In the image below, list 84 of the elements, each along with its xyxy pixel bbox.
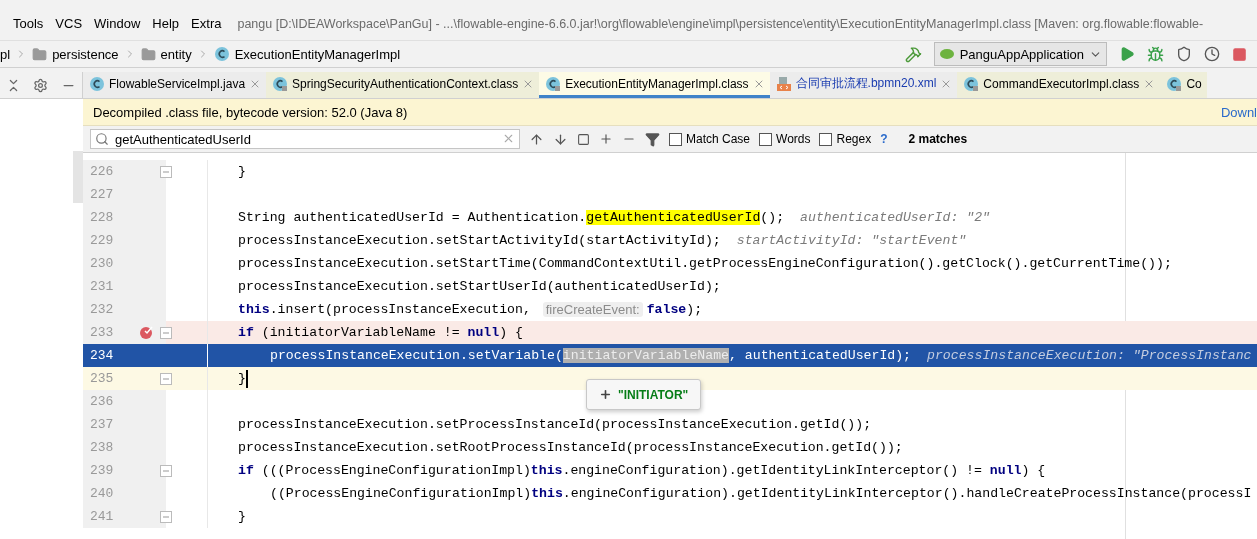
fold-icon[interactable] — [160, 327, 172, 339]
breadcrumb-item[interactable]: entity — [160, 46, 192, 62]
editor-tab[interactable]: FlowableServiceImpl.java — [83, 72, 267, 98]
menu-item[interactable]: Extra — [191, 16, 222, 31]
code-line: 230 processInstanceExecution.setStartTime(CommandContextUtil.getProcessEngineConfiguration().getClock().getCurrentTime()); — [83, 252, 1257, 275]
settings-icon[interactable] — [33, 77, 49, 93]
fold-icon[interactable] — [160, 465, 172, 477]
hammer-icon[interactable] — [904, 45, 922, 63]
editor-tab[interactable]: CommandExecutorImpl.class — [957, 72, 1161, 98]
search-option-checkbox[interactable]: Match Case — [669, 132, 751, 146]
line-number: 237 — [90, 417, 114, 432]
fold-icon[interactable] — [160, 511, 172, 523]
clear-icon[interactable] — [502, 132, 515, 145]
breadcrumb-item[interactable]: persistence — [52, 46, 119, 62]
code-line: 231 processInstanceExecution.setStartUserId(authenticatedUserId); — [83, 275, 1257, 298]
menu-item[interactable]: Tools — [13, 16, 44, 31]
line-number: 231 — [90, 279, 114, 294]
line-number: 229 — [90, 233, 114, 248]
code-line: 237 processInstanceExecution.setProcessInstanceId(processInstanceExecution.getId()); — [83, 413, 1257, 436]
line-number: 227 — [90, 187, 114, 202]
editor-tab[interactable]: Co — [1160, 72, 1207, 98]
editor-tab[interactable]: 合同审批流程.bpmn20.xml — [769, 72, 958, 98]
line-number: 241 — [90, 509, 114, 524]
line-number: 232 — [90, 302, 114, 317]
run-icon[interactable] — [1119, 46, 1135, 62]
line-number: 235 — [90, 371, 114, 386]
scrollbar-thumb[interactable] — [73, 151, 83, 203]
search-option-checkbox[interactable]: Words — [759, 132, 811, 146]
window-title: pangu [D:\IDEAWorkspace\PanGu] - ...\flowable-engine-6.6.0.jar!\org\flowable\engine\impl\persistence\entity\ExecutionEntityManagerImpl.class [Maven: org.flowable:flowable- — [237, 17, 1204, 31]
line-number: 236 — [90, 394, 114, 409]
editor-tab[interactable]: SpringSecurityAuthenticationContext.class — [266, 72, 540, 98]
line-number: 233 — [90, 325, 114, 340]
code-line: 229 processInstanceExecution.setStartActivityId(startActivityId); startActivityId: "startEvent" — [83, 229, 1257, 252]
leaf-icon — [938, 46, 955, 62]
fold-icon[interactable] — [160, 373, 172, 385]
class-icon — [963, 75, 980, 92]
line-number: 228 — [90, 210, 114, 225]
search-field[interactable]: getAuthenticatedUserId — [90, 129, 520, 149]
code-line: 241 } — [83, 505, 1257, 528]
code-line: 240 ((ProcessEngineConfigurationImpl)this.engineConfiguration).getIdentityLinkInterceptor().handleCreateProcessInstance(processI — [83, 482, 1257, 505]
line-number: 239 — [90, 463, 114, 478]
class-icon — [545, 75, 562, 92]
line-number: 226 — [90, 164, 114, 179]
decompiled-notice: Decompiled .class file, bytecode version: 52.0 (Java 8) — [93, 104, 408, 120]
select-all-icon[interactable] — [577, 132, 590, 146]
line-number: 230 — [90, 256, 114, 271]
plus-icon[interactable] — [599, 132, 613, 146]
text-caret — [245, 369, 248, 388]
search-option-checkbox[interactable]: Regex — [819, 132, 872, 146]
line-number: 238 — [90, 440, 114, 455]
download-link[interactable]: Downl — [1220, 104, 1257, 120]
expand-icon[interactable] — [599, 388, 612, 401]
menu-item[interactable]: VCS — [55, 16, 83, 31]
fold-icon[interactable] — [160, 166, 172, 178]
search-icon — [95, 132, 109, 146]
match-count: 2 matches — [908, 132, 968, 146]
arrow-down-icon[interactable] — [553, 131, 568, 147]
run-configuration-dropdown[interactable]: PanguAppApplication — [933, 42, 1107, 66]
code-line: 238 processInstanceExecution.setRootProcessInstanceId(processInstanceExecution.getId()); — [83, 436, 1257, 459]
class-icon — [213, 46, 230, 62]
folder-icon — [32, 46, 48, 62]
xml-file-icon — [775, 75, 792, 92]
clock-icon[interactable] — [1204, 46, 1220, 62]
filter-icon[interactable] — [645, 131, 660, 147]
stop-icon[interactable] — [1232, 46, 1247, 62]
help-link[interactable]: ? — [880, 132, 888, 146]
class-icon — [272, 75, 289, 92]
breadcrumb-item[interactable]: ExecutionEntityManagerImpl — [234, 46, 401, 62]
shield-icon[interactable] — [1176, 46, 1192, 62]
class-icon — [1166, 75, 1183, 92]
breakpoint-icon[interactable] — [139, 325, 154, 340]
class-icon — [89, 75, 105, 92]
line-number: 234 — [90, 348, 114, 363]
code-line: 226 } — [83, 160, 1257, 183]
code-line: 228 String authenticatedUserId = Authentication.getAuthenticatedUserId(); authenticatedUserId: "2" — [83, 206, 1257, 229]
folder-icon — [140, 46, 156, 62]
code-line: 239 if (((ProcessEngineConfigurationImpl)this.engineConfiguration).getIdentityLinkInterceptor() != null) { — [83, 459, 1257, 482]
editor-tab[interactable]: ExecutionEntityManagerImpl.class — [539, 72, 770, 98]
breadcrumb-item[interactable]: pl — [0, 46, 11, 62]
menu-item[interactable]: Help — [152, 16, 180, 31]
debug-icon[interactable] — [1147, 45, 1164, 63]
menu-item[interactable]: Window — [94, 16, 141, 31]
line-number: 240 — [90, 486, 114, 501]
value-tooltip: "INITIATOR" — [586, 379, 702, 410]
